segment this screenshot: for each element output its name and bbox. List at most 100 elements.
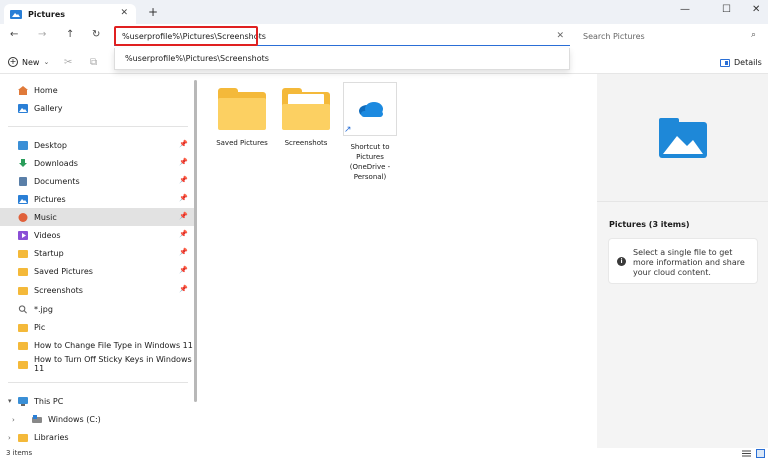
sidebar-item-label: Videos: [34, 230, 61, 240]
status-bar: 3 items: [0, 448, 768, 460]
pc-icon: [18, 396, 28, 406]
sidebar-item-change-file-type[interactable]: How to Change File Type in Windows 11: [0, 336, 194, 354]
file-item-screenshots[interactable]: Screenshots: [276, 88, 336, 148]
info-text: Select a single file to get more informa…: [633, 248, 745, 277]
search-icon[interactable]: ⌕: [751, 30, 756, 40]
pictures-folder-icon: [10, 10, 22, 19]
sidebar-scrollbar[interactable]: [194, 80, 197, 402]
pin-icon[interactable]: 📌: [179, 194, 188, 202]
sidebar-item-label: Saved Pictures: [34, 266, 93, 276]
close-window-button[interactable]: ✕: [752, 4, 760, 15]
item-count: 3 items: [6, 449, 33, 457]
info-icon: i: [617, 257, 626, 266]
sidebar-item-label: Home: [34, 85, 58, 95]
file-item-saved-pictures[interactable]: Saved Pictures: [212, 88, 272, 148]
file-label: Screenshots: [284, 139, 328, 147]
sidebar-item-desktop[interactable]: Desktop 📌: [0, 136, 194, 154]
sidebar-item-label: Windows (C:): [48, 414, 101, 424]
sidebar-item-pictures[interactable]: Pictures 📌: [0, 190, 194, 208]
tab-title: Pictures: [28, 9, 65, 19]
folder-icon: [18, 267, 28, 276]
tiles-view-icon[interactable]: [756, 449, 765, 458]
pin-icon[interactable]: 📌: [179, 266, 188, 274]
pin-icon[interactable]: 📌: [179, 176, 188, 184]
sidebar-item-screenshots[interactable]: Screenshots 📌: [0, 281, 194, 299]
file-label: Saved Pictures: [216, 139, 268, 147]
sidebar-item-saved-pictures[interactable]: Saved Pictures 📌: [0, 262, 194, 280]
tab-close-icon[interactable]: ✕: [120, 8, 128, 18]
sidebar-item-label: *.jpg: [34, 304, 53, 314]
cut-icon[interactable]: ✂: [64, 57, 72, 68]
pin-icon[interactable]: 📌: [179, 285, 188, 293]
sidebar-item-label: How to Turn Off Sticky Keys in Windows 1…: [34, 355, 192, 373]
folder-icon: [18, 360, 28, 369]
sidebar-item-sticky-keys[interactable]: How to Turn Off Sticky Keys in Windows 1…: [0, 355, 194, 373]
sidebar-item-label: Gallery: [34, 103, 63, 113]
sidebar-item-label: Desktop: [34, 140, 67, 150]
search-box[interactable]: Search Pictures ⌕: [577, 27, 762, 45]
folder-icon: [18, 323, 28, 332]
new-tab-button[interactable]: +: [148, 5, 158, 19]
clear-address-icon[interactable]: ✕: [556, 31, 564, 41]
list-view-icon[interactable]: [742, 449, 751, 458]
details-title: Pictures (3 items): [609, 220, 690, 229]
sidebar-item-videos[interactable]: Videos 📌: [0, 226, 194, 244]
new-button[interactable]: + New ⌄: [8, 57, 49, 67]
pin-icon[interactable]: 📌: [179, 158, 188, 166]
forward-icon[interactable]: →: [38, 29, 46, 40]
sidebar-item-gallery[interactable]: Gallery: [0, 99, 194, 117]
sidebar-divider: [8, 126, 188, 127]
sidebar-item-windows-c[interactable]: Windows (C:): [0, 410, 194, 428]
sidebar-item-startup[interactable]: Startup 📌: [0, 244, 194, 262]
refresh-icon[interactable]: ↻: [92, 29, 100, 40]
copy-icon[interactable]: ⧉: [90, 57, 97, 68]
sidebar-item-label: How to Change File Type in Windows 11: [34, 340, 193, 350]
sidebar-item-pic[interactable]: Pic: [0, 318, 194, 336]
pin-icon[interactable]: 📌: [179, 212, 188, 220]
suggestion-text: %userprofile%\Pictures\Screenshots: [125, 54, 269, 63]
pin-icon[interactable]: 📌: [179, 230, 188, 238]
title-bar: Pictures ✕ + — ☐ ✕: [0, 0, 768, 24]
up-icon[interactable]: ↑: [66, 29, 74, 40]
sidebar-item-downloads[interactable]: Downloads 📌: [0, 154, 194, 172]
music-icon: [18, 212, 28, 222]
sidebar-item-jpg-search[interactable]: *.jpg: [0, 300, 194, 318]
pin-icon[interactable]: 📌: [179, 248, 188, 256]
new-button-label: New: [22, 57, 40, 67]
details-button[interactable]: Details: [720, 58, 762, 67]
onedrive-cloud-icon: [359, 102, 383, 117]
shortcut-arrow-icon: ↗: [344, 125, 352, 135]
sidebar-item-label: Pictures: [34, 194, 66, 204]
sidebar-divider: [8, 382, 188, 383]
plus-icon: +: [8, 57, 18, 67]
file-item-onedrive-shortcut[interactable]: ↗ Shortcut to Pictures (OneDrive - Perso…: [340, 82, 400, 182]
maximize-button[interactable]: ☐: [722, 4, 731, 15]
sidebar-item-label: Screenshots: [34, 285, 83, 295]
folder-icon: [282, 88, 330, 130]
downloads-icon: [19, 158, 27, 167]
folder-icon: [18, 286, 28, 295]
home-icon: [18, 85, 28, 95]
sidebar-item-music[interactable]: Music 📌: [0, 208, 194, 226]
pictures-icon: [659, 118, 707, 158]
pin-icon[interactable]: 📌: [179, 140, 188, 148]
file-list: Saved Pictures Screenshots ↗ Shortcut to…: [200, 74, 597, 448]
sidebar-item-label: This PC: [34, 396, 64, 406]
sidebar-item-documents[interactable]: Documents 📌: [0, 172, 194, 190]
details-label: Details: [734, 58, 762, 67]
details-pane: Pictures (3 items) i Select a single fil…: [597, 74, 768, 448]
sidebar-item-this-pc[interactable]: This PC: [0, 392, 194, 410]
tab-pictures[interactable]: Pictures ✕: [4, 4, 136, 24]
address-suggestion[interactable]: %userprofile%\Pictures\Screenshots: [114, 48, 570, 70]
back-icon[interactable]: ←: [10, 29, 18, 40]
details-pane-icon: [720, 58, 730, 67]
search-icon: [18, 304, 27, 313]
sidebar-item-home[interactable]: Home: [0, 81, 194, 99]
preview-area: [597, 74, 768, 202]
search-input[interactable]: Search Pictures: [583, 32, 645, 41]
sidebar-item-libraries[interactable]: Libraries: [0, 428, 194, 446]
file-label: Shortcut to Pictures (OneDrive - Persona…: [349, 143, 391, 181]
info-card: i Select a single file to get more infor…: [608, 238, 758, 284]
minimize-button[interactable]: —: [680, 4, 690, 15]
sidebar-item-label: Documents: [34, 176, 80, 186]
